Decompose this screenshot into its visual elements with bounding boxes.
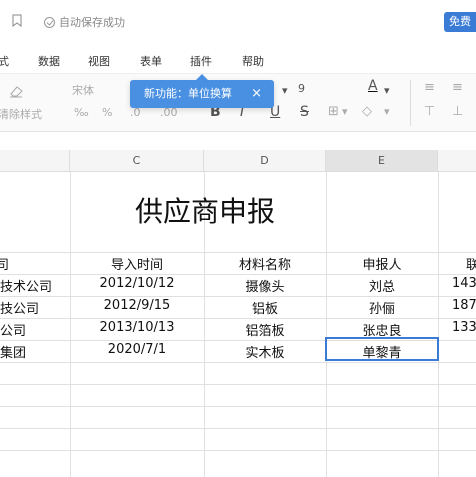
grid-line: [0, 406, 476, 407]
strikethrough-icon[interactable]: S: [300, 104, 309, 120]
chevron-down-icon[interactable]: ▾: [342, 105, 348, 118]
toolbar-divider: [410, 80, 411, 126]
column-header-e[interactable]: E: [326, 150, 438, 172]
font-color-icon[interactable]: A: [368, 78, 378, 94]
font-size-select[interactable]: 9: [298, 82, 305, 95]
grid-line: [0, 384, 476, 385]
column-header-c[interactable]: C: [70, 150, 204, 172]
table-cell[interactable]: 2012/9/15: [70, 298, 204, 313]
chevron-down-icon[interactable]: ▾: [384, 105, 390, 118]
header-cell-company[interactable]: 司: [0, 254, 66, 273]
grid-line: [0, 274, 476, 275]
menu-help[interactable]: 帮助: [242, 53, 264, 69]
header-cell-material[interactable]: 材料名称: [204, 254, 326, 273]
title-bar: 自动保存成功 免费: [0, 0, 476, 44]
table-cell[interactable]: 133: [452, 320, 476, 335]
table-cell[interactable]: 143: [452, 276, 476, 291]
save-status: 自动保存成功: [44, 14, 125, 30]
table-cell[interactable]: 摄像头: [204, 276, 326, 295]
spreadsheet-grid[interactable]: C D E 供应商申报 司 导入时间 材料名称 申报人 联 技术公司 2012/…: [0, 150, 476, 477]
table-cell[interactable]: 技术公司: [0, 276, 70, 295]
align-center-icon[interactable]: ≡: [452, 80, 463, 95]
header-cell-contact[interactable]: 联: [466, 254, 476, 273]
table-cell[interactable]: 铝箔板: [204, 320, 326, 339]
table-cell[interactable]: 2020/7/1: [70, 342, 204, 357]
grid-line: [438, 172, 439, 477]
grid-line: [0, 362, 476, 363]
menu-form[interactable]: 表单: [140, 53, 162, 69]
check-circle-icon: [44, 16, 55, 28]
table-cell[interactable]: 实木板: [204, 342, 326, 361]
header-cell-import-time[interactable]: 导入时间: [70, 254, 204, 273]
close-icon[interactable]: ×: [251, 80, 262, 108]
border-icon[interactable]: ⊞: [328, 104, 339, 119]
table-cell[interactable]: 公司: [0, 320, 70, 339]
grid-line: [0, 318, 476, 319]
table-cell[interactable]: 孙俪: [326, 298, 438, 317]
table-cell[interactable]: 技公司: [0, 298, 70, 317]
bookmark-icon[interactable]: [12, 14, 22, 27]
table-cell[interactable]: 2013/10/13: [70, 320, 204, 335]
column-header-f[interactable]: [438, 150, 476, 172]
chevron-down-icon[interactable]: ▾: [384, 84, 390, 97]
grid-line: [0, 450, 476, 451]
table-cell[interactable]: 2012/10/12: [70, 276, 204, 291]
menu-data[interactable]: 数据: [38, 53, 60, 69]
menu-plugin[interactable]: 插件: [190, 53, 212, 69]
menu-bar: 式 数据 视图 表单 插件 帮助: [0, 44, 476, 74]
save-status-text: 自动保存成功: [59, 16, 125, 29]
menu-format[interactable]: 式: [0, 53, 9, 69]
clear-format-button[interactable]: 清除样式: [0, 106, 42, 122]
cell-selection-border: [325, 337, 439, 361]
thousand-separator-button[interactable]: ‰: [74, 106, 89, 119]
column-header-d[interactable]: D: [204, 150, 326, 172]
table-cell[interactable]: 集团: [0, 342, 70, 361]
menu-view[interactable]: 视图: [88, 53, 110, 69]
grid-line: [0, 296, 476, 297]
new-feature-tooltip: 新功能：单位换算 ×: [130, 74, 274, 108]
font-name-select[interactable]: 宋体: [72, 82, 94, 98]
column-header-b[interactable]: [0, 150, 70, 172]
align-middle-icon[interactable]: ⊥: [452, 104, 463, 119]
table-cell[interactable]: 187: [452, 298, 476, 313]
table-cell[interactable]: 铝板: [204, 298, 326, 317]
align-top-icon[interactable]: ⊤: [424, 104, 435, 119]
chevron-down-icon[interactable]: ▾: [282, 84, 288, 97]
sheet-title-cell[interactable]: 供应商申报: [70, 190, 340, 230]
eraser-icon[interactable]: [8, 84, 24, 98]
percent-button[interactable]: %: [102, 106, 112, 119]
header-cell-applicant[interactable]: 申报人: [326, 254, 438, 273]
free-button[interactable]: 免费: [444, 12, 476, 32]
fill-color-icon[interactable]: ◇: [362, 104, 372, 119]
grid-line: [0, 252, 476, 253]
align-left-icon[interactable]: ≡: [424, 80, 435, 95]
table-cell[interactable]: 刘总: [326, 276, 438, 295]
grid-line: [0, 428, 476, 429]
tooltip-text: 新功能：单位换算: [144, 87, 232, 100]
